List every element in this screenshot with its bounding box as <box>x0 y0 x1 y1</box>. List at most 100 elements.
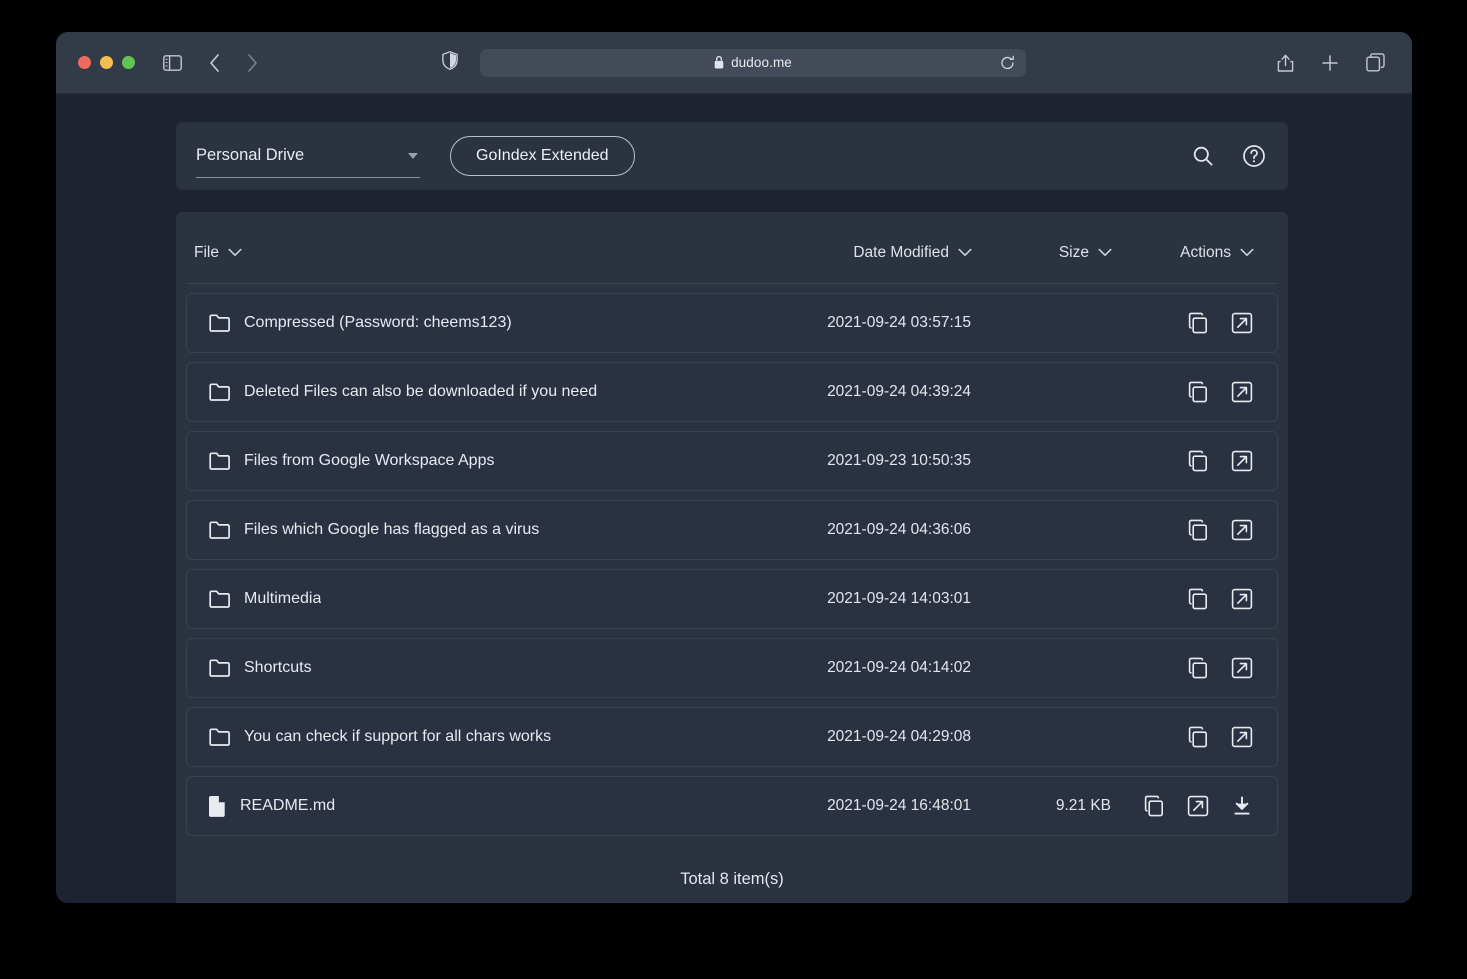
close-window-button[interactable] <box>78 56 91 69</box>
file-name: Multimedia <box>244 590 321 608</box>
file-name: Deleted Files can also be downloaded if … <box>244 383 597 401</box>
column-header-size[interactable]: Size <box>1059 244 1112 262</box>
forward-button[interactable] <box>237 48 267 78</box>
file-cell[interactable]: Multimedia <box>195 590 743 608</box>
date-modified-cell: 2021-09-23 10:50:35 <box>743 452 993 470</box>
total-items-label: Total 8 item(s) <box>186 836 1278 903</box>
size-value: 9.21 KB <box>1056 797 1111 815</box>
date-modified-cell: 2021-09-24 04:39:24 <box>743 383 993 401</box>
open-external-icon[interactable] <box>1231 312 1253 334</box>
brand-button[interactable]: GoIndex Extended <box>450 136 635 176</box>
actions-cell <box>1111 450 1261 472</box>
date-modified-value: 2021-09-23 10:50:35 <box>827 452 971 470</box>
table-row[interactable]: You can check if support for all chars w… <box>186 707 1278 767</box>
copy-icon[interactable] <box>1187 312 1209 334</box>
copy-icon[interactable] <box>1143 795 1165 817</box>
browser-window: dudoo.me <box>56 32 1412 903</box>
date-modified-cell: 2021-09-24 03:57:15 <box>743 314 993 332</box>
privacy-shield-icon[interactable] <box>442 51 458 75</box>
date-modified-value: 2021-09-24 04:39:24 <box>827 383 971 401</box>
action-buttons <box>1187 381 1253 403</box>
plus-icon[interactable] <box>1315 48 1345 78</box>
address-bar-area: dudoo.me <box>442 49 1026 77</box>
actions-cell <box>1111 381 1261 403</box>
folder-icon <box>209 590 230 608</box>
file-cell[interactable]: You can check if support for all chars w… <box>195 728 743 746</box>
back-button[interactable] <box>199 48 229 78</box>
file-cell[interactable]: Files from Google Workspace Apps <box>195 452 743 470</box>
file-list: Compressed (Password: cheems123) 2021-09-… <box>186 293 1278 836</box>
size-cell: 9.21 KB <box>993 797 1111 815</box>
open-external-icon[interactable] <box>1231 381 1253 403</box>
table-row[interactable]: Files which Google has flagged as a viru… <box>186 500 1278 560</box>
date-modified-cell: 2021-09-24 16:48:01 <box>743 797 993 815</box>
drive-selector-label: Personal Drive <box>196 146 408 165</box>
date-modified-value: 2021-09-24 04:29:08 <box>827 728 971 746</box>
file-cell[interactable]: Deleted Files can also be downloaded if … <box>195 383 743 401</box>
address-bar[interactable]: dudoo.me <box>480 49 1026 77</box>
table-row[interactable]: Deleted Files can also be downloaded if … <box>186 362 1278 422</box>
action-buttons <box>1187 726 1253 748</box>
action-buttons <box>1187 519 1253 541</box>
search-icon[interactable] <box>1192 145 1214 167</box>
copy-icon[interactable] <box>1187 726 1209 748</box>
download-icon[interactable] <box>1231 795 1253 817</box>
file-name: Files from Google Workspace Apps <box>244 452 494 470</box>
folder-icon <box>209 521 230 539</box>
copy-icon[interactable] <box>1187 381 1209 403</box>
open-external-icon[interactable] <box>1231 657 1253 679</box>
column-header-date-modified[interactable]: Date Modified <box>853 244 972 262</box>
actions-cell <box>1111 312 1261 334</box>
window-controls <box>78 56 135 69</box>
column-header-file-label: File <box>194 244 219 262</box>
open-external-icon[interactable] <box>1231 726 1253 748</box>
table-row[interactable]: Compressed (Password: cheems123) 2021-09-… <box>186 293 1278 353</box>
table-row[interactable]: Shortcuts2021-09-24 04:14:02 <box>186 638 1278 698</box>
actions-cell <box>1111 519 1261 541</box>
file-name: Files which Google has flagged as a viru… <box>244 521 539 539</box>
actions-cell <box>1111 657 1261 679</box>
open-external-icon[interactable] <box>1187 795 1209 817</box>
table-row[interactable]: README.md 2021-09-24 16:48:01 9.21 KB <box>186 776 1278 836</box>
drive-selector[interactable]: Personal Drive <box>196 134 420 178</box>
date-modified-cell: 2021-09-24 14:03:01 <box>743 590 993 608</box>
copy-icon[interactable] <box>1187 657 1209 679</box>
lock-icon <box>714 56 724 69</box>
help-circle-icon[interactable] <box>1242 144 1266 168</box>
file-cell[interactable]: Compressed (Password: cheems123) <box>195 314 743 332</box>
folder-icon <box>209 728 230 746</box>
zoom-window-button[interactable] <box>122 56 135 69</box>
column-header-file[interactable]: File <box>194 244 744 262</box>
actions-cell <box>1111 726 1261 748</box>
folder-icon <box>209 314 230 332</box>
chevron-down-icon <box>1240 248 1254 257</box>
actions-cell <box>1111 795 1261 817</box>
open-external-icon[interactable] <box>1231 450 1253 472</box>
tab-overview-icon[interactable] <box>1360 48 1390 78</box>
reload-icon[interactable] <box>1000 55 1015 70</box>
copy-icon[interactable] <box>1187 519 1209 541</box>
minimize-window-button[interactable] <box>100 56 113 69</box>
share-icon[interactable] <box>1270 48 1300 78</box>
file-name: README.md <box>240 797 335 815</box>
open-external-icon[interactable] <box>1231 519 1253 541</box>
chevron-down-icon <box>1098 248 1112 257</box>
folder-icon <box>209 659 230 677</box>
file-cell[interactable]: Files which Google has flagged as a viru… <box>195 521 743 539</box>
table-row[interactable]: Multimedia 2021-09-24 14:03:01 <box>186 569 1278 629</box>
chevron-down-icon <box>228 248 242 257</box>
file-cell[interactable]: Shortcuts <box>195 659 743 677</box>
sidebar-icon[interactable] <box>157 48 187 78</box>
file-name: Compressed (Password: cheems123) <box>244 314 512 332</box>
copy-icon[interactable] <box>1187 450 1209 472</box>
action-buttons <box>1187 657 1253 679</box>
browser-toolbar: dudoo.me <box>56 32 1412 94</box>
table-row[interactable]: Files from Google Workspace Apps 2021-09-… <box>186 431 1278 491</box>
folder-icon <box>209 383 230 401</box>
file-cell[interactable]: README.md <box>195 796 743 817</box>
column-header-actions[interactable]: Actions <box>1180 244 1254 262</box>
copy-icon[interactable] <box>1187 588 1209 610</box>
date-modified-value: 2021-09-24 14:03:01 <box>827 590 971 608</box>
header-actions <box>1192 144 1266 168</box>
open-external-icon[interactable] <box>1231 588 1253 610</box>
